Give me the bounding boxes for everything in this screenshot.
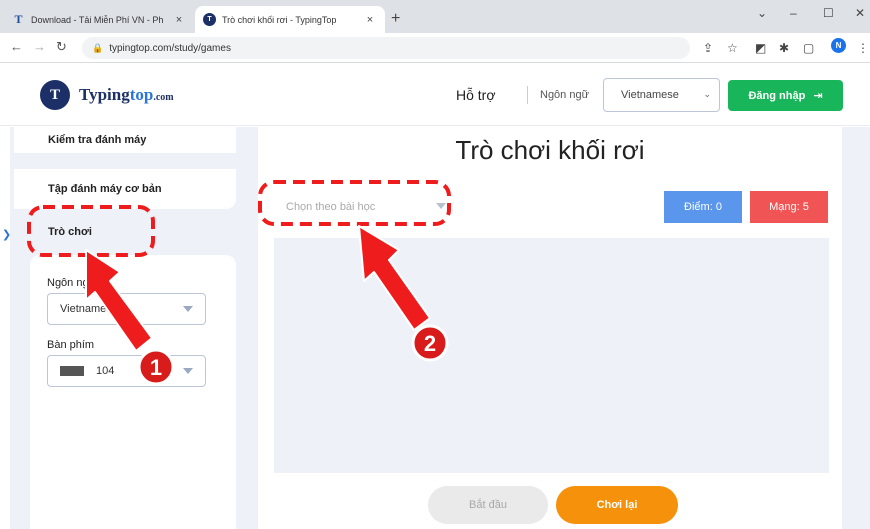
caret-down-icon <box>183 368 193 374</box>
login-button[interactable]: Đăng nhập ⇥ <box>728 80 843 111</box>
side-panel-icon[interactable]: ▢ <box>803 41 814 55</box>
lock-icon: 🔒 <box>92 42 104 53</box>
forward-arrow-icon[interactable]: → <box>33 39 46 54</box>
keyboard-value: 104 <box>96 365 115 377</box>
login-label: Đăng nhập <box>748 89 806 102</box>
logo-brand: Typing <box>79 85 130 104</box>
sidebar-item-basic-practice[interactable]: Tập đánh máy cơ bản <box>14 169 236 209</box>
menu-kebab-icon[interactable]: ⋮ <box>857 41 869 55</box>
nav-divider <box>527 86 528 104</box>
page-title: Trò chơi khối rơi <box>455 135 645 165</box>
maximize-icon[interactable]: ☐ <box>823 6 834 20</box>
chevron-down-icon: ⌄ <box>703 89 711 99</box>
browser-toolbar: ← → ↻ 🔒 typingtop.com/study/games ⇪ ☆ ◩ … <box>0 33 870 63</box>
window-close-icon[interactable]: ✕ <box>855 6 865 20</box>
game-play-area[interactable] <box>274 238 829 473</box>
site-logo[interactable]: Typingtop.com <box>79 85 174 105</box>
language-label: Ngôn ngữ <box>47 277 96 289</box>
back-arrow-icon[interactable]: ← <box>10 39 23 54</box>
settings-panel: Ngôn ngữ Vietnamese Bàn phím 104 <box>30 255 236 529</box>
new-tab-button[interactable]: + <box>391 10 400 28</box>
lesson-select[interactable]: Chọn theo bài học <box>274 192 446 222</box>
site-header: T Typingtop.com Hỗ trợ Ngôn ngữ Vietname… <box>0 64 870 126</box>
logo-brand-accent: top <box>129 85 154 104</box>
keyboard-label: Bàn phím <box>47 339 95 351</box>
lives-badge: Mạng: 5 <box>750 191 828 223</box>
sidebar-item-label: Trò chơi <box>48 226 92 238</box>
puzzle-icon[interactable]: ✱ <box>779 41 789 55</box>
sidebar-item-typing-test[interactable]: Kiểm tra đánh máy <box>14 127 236 153</box>
nav-support-link[interactable]: Hỗ trợ <box>456 87 496 103</box>
game-card: Trò chơi khối rơi Chọn theo bài học Điểm… <box>258 127 842 529</box>
profile-avatar[interactable]: N <box>831 38 846 53</box>
typingtop-favicon-icon: T <box>203 13 216 26</box>
close-icon[interactable]: × <box>172 14 186 26</box>
keyboard-icon <box>60 366 84 376</box>
reload-icon[interactable]: ↻ <box>56 39 67 55</box>
sidebar-language-value: Vietnamese <box>60 303 118 315</box>
minimize-icon[interactable]: – <box>790 6 797 20</box>
sidebar-item-games[interactable]: Trò chơi <box>14 215 236 249</box>
share-icon[interactable]: ⇪ <box>703 41 713 55</box>
lesson-select-placeholder: Chọn theo bài học <box>286 201 376 213</box>
caret-down-icon <box>436 203 446 209</box>
language-select[interactable]: Vietnamese ⌄ <box>603 78 720 112</box>
chevron-down-icon[interactable]: ⌄ <box>757 6 767 20</box>
logo-suffix: .com <box>153 92 174 103</box>
chevron-right-icon: ❯ <box>2 229 12 241</box>
browser-tab-download[interactable]: T Download - Tải Miễn Phí VN - Ph × <box>4 6 194 33</box>
sidebar-item-label: Tập đánh máy cơ bản <box>48 183 162 195</box>
login-arrow-icon: ⇥ <box>813 90 823 102</box>
page-body: Kiểm tra đánh máy Tập đánh máy cơ bản Tr… <box>0 127 870 529</box>
close-icon[interactable]: × <box>363 14 377 26</box>
language-select-value: Vietnamese <box>621 89 679 101</box>
replay-button[interactable]: Chơi lại <box>556 486 678 524</box>
sidebar-item-label: Kiểm tra đánh máy <box>48 134 147 146</box>
browser-tab-bar: T Download - Tải Miễn Phí VN - Ph × T Tr… <box>0 0 870 33</box>
tab-title: Download - Tải Miễn Phí VN - Ph <box>31 14 164 25</box>
bookmark-star-icon[interactable]: ☆ <box>727 41 738 55</box>
url-text: typingtop.com/study/games <box>109 42 231 54</box>
address-bar[interactable]: 🔒 typingtop.com/study/games <box>82 37 690 59</box>
browser-tab-typingtop[interactable]: T Trò chơi khối rơi - TypingTop × <box>195 6 385 33</box>
start-button[interactable]: Bắt đầu <box>428 486 548 524</box>
typingtop-logo-icon[interactable]: T <box>40 80 70 110</box>
left-edge <box>0 127 10 529</box>
keyboard-select[interactable]: 104 <box>47 355 206 387</box>
typing-t-icon: T <box>14 12 23 26</box>
caret-down-icon <box>183 306 193 312</box>
right-gutter <box>842 127 870 529</box>
tab-title: Trò chơi khối rơi - TypingTop <box>222 14 337 25</box>
nav-language-label: Ngôn ngữ <box>540 89 589 101</box>
score-badge: Điểm: 0 <box>664 191 742 223</box>
sidebar-language-select[interactable]: Vietnamese <box>47 293 206 325</box>
extension-icon[interactable]: ◩ <box>755 41 766 55</box>
